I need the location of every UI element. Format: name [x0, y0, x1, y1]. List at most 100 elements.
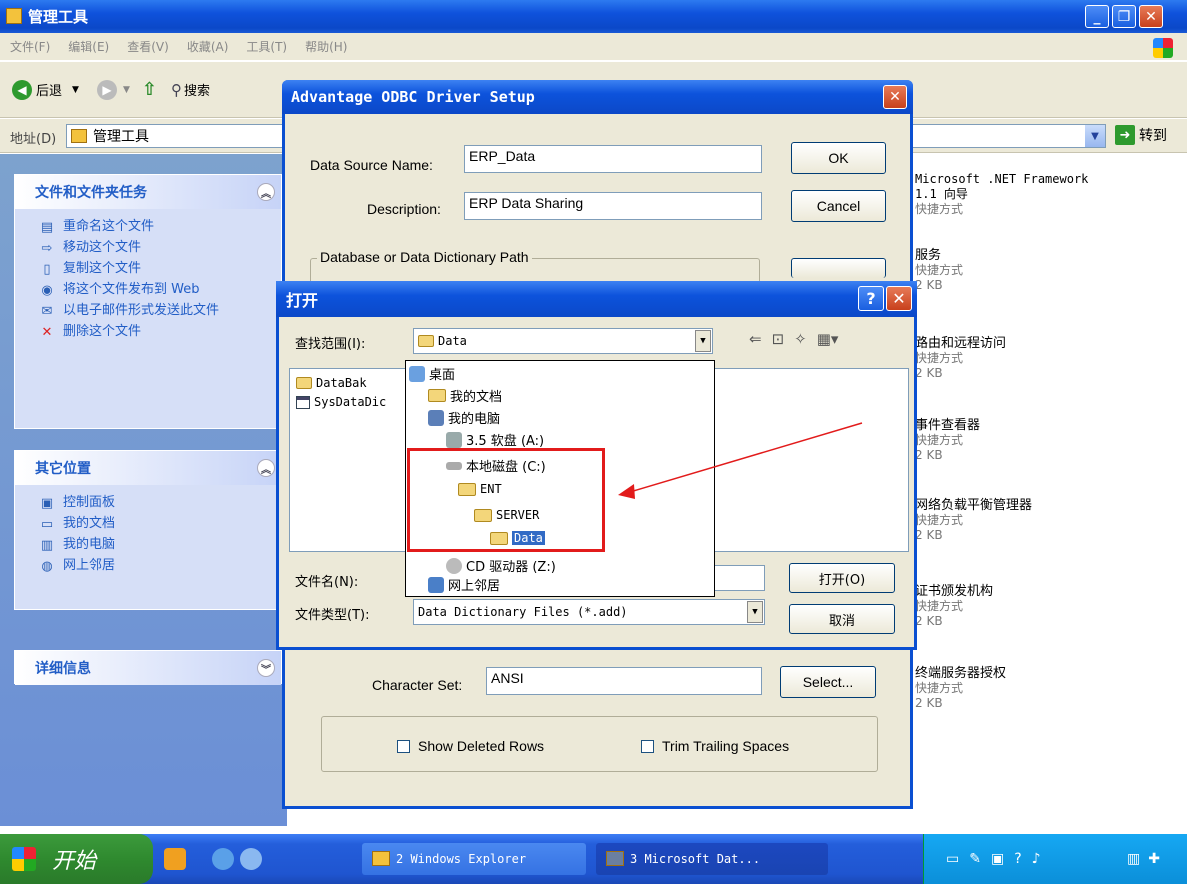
show-deleted-checkbox[interactable]: Show Deleted Rows: [397, 738, 544, 754]
tray-icon-network[interactable]: ▭: [946, 851, 959, 867]
list-item[interactable]: Microsoft .NET Framework 1.1 向导 快捷方式: [903, 172, 1095, 217]
dropdown-item-floppy[interactable]: 3.5 软盘 (A:): [446, 430, 544, 449]
dropdown-item-desktop[interactable]: 桌面: [409, 364, 455, 383]
open-button[interactable]: 打开(O): [789, 563, 895, 593]
list-item[interactable]: DataBak: [296, 376, 367, 390]
data-dictionary-icon: [296, 395, 310, 409]
tray-icon-app[interactable]: ▣: [991, 851, 1004, 867]
checkbox-box[interactable]: [397, 739, 410, 753]
dropdown-item-my-computer[interactable]: 我的电脑: [428, 408, 500, 427]
task-move[interactable]: ⇨ 移动这个文件: [15, 238, 281, 259]
tray-icon-display[interactable]: ▥: [1127, 851, 1140, 867]
file-tasks-header[interactable]: 文件和文件夹任务 ︽: [15, 175, 281, 209]
details-header[interactable]: 详细信息 ︾: [15, 651, 281, 685]
task-publish-web[interactable]: ◉ 将这个文件发布到 Web: [15, 280, 281, 301]
charset-input[interactable]: ANSI: [486, 667, 762, 695]
tray-icon-plus[interactable]: ✚: [1148, 851, 1160, 867]
open-close-button[interactable]: ✕: [886, 286, 912, 311]
cancel-button[interactable]: Cancel: [791, 190, 886, 222]
select-button[interactable]: Select...: [780, 666, 876, 698]
list-item[interactable]: 证书颁发机构 快捷方式 2 KB: [903, 584, 994, 629]
task-rename[interactable]: ▤ 重命名这个文件: [15, 217, 281, 238]
help-button[interactable]: ?: [858, 286, 884, 311]
description-input[interactable]: ERP Data Sharing: [464, 192, 762, 220]
lookin-select[interactable]: Data ▼: [413, 328, 713, 354]
back-arrow-icon[interactable]: ⇐: [749, 330, 762, 348]
other-places-header[interactable]: 其它位置 ︽: [15, 451, 281, 485]
close-button[interactable]: ✕: [1139, 5, 1163, 28]
list-item[interactable]: 事件查看器 快捷方式 2 KB: [903, 418, 980, 463]
menu-favorites[interactable]: 收藏(A): [187, 38, 229, 55]
help-icon[interactable]: ?: [1014, 851, 1021, 867]
filetype-dropdown-icon[interactable]: ▼: [747, 601, 763, 623]
place-network[interactable]: ◍ 网上邻居: [15, 556, 281, 577]
expand-icon[interactable]: ︾: [257, 659, 275, 677]
documents-icon: ▭: [40, 517, 54, 532]
up-folder-icon[interactable]: ⇧: [142, 79, 157, 100]
ie-icon[interactable]: [212, 848, 234, 870]
list-item[interactable]: 路由和远程访问 快捷方式 2 KB: [903, 336, 1006, 381]
place-control-panel[interactable]: ▣ 控制面板: [15, 493, 281, 514]
item-size: 2 KB: [915, 528, 943, 542]
collapse-icon[interactable]: ︽: [257, 459, 275, 477]
quicklaunch-app-icon[interactable]: [164, 848, 186, 870]
task-email[interactable]: ✉ 以电子邮件形式发送此文件: [15, 301, 281, 322]
ok-button[interactable]: OK: [791, 142, 886, 174]
list-item[interactable]: SysDataDic: [296, 395, 386, 409]
menu-view[interactable]: 查看(V): [127, 38, 169, 55]
tray-icon-volume[interactable]: ♪: [1032, 851, 1041, 867]
search-icon[interactable]: ⚲: [171, 81, 182, 99]
other-places-title: 其它位置: [35, 461, 91, 477]
back-dropdown-icon[interactable]: ▼: [72, 85, 79, 95]
back-button[interactable]: ◀ 后退 ▼: [12, 79, 79, 100]
up-folder-icon[interactable]: ⊡: [772, 330, 785, 348]
task-microsoft-data[interactable]: 3 Microsoft Dat...: [596, 843, 828, 875]
minimize-button[interactable]: _: [1085, 5, 1109, 28]
new-folder-icon[interactable]: ✧: [794, 330, 807, 348]
forward-dropdown-icon[interactable]: ▼: [123, 85, 130, 95]
dsn-input[interactable]: ERP_Data: [464, 145, 762, 173]
network-icon: [428, 576, 444, 593]
maximize-button[interactable]: ❐: [1112, 5, 1136, 28]
list-item[interactable]: 终端服务器授权 快捷方式 2 KB: [903, 666, 1006, 711]
start-button[interactable]: 开始: [0, 834, 153, 884]
dropdown-item-my-documents[interactable]: 我的文档: [428, 386, 502, 405]
go-button[interactable]: ➜ 转到: [1115, 125, 1167, 145]
menu-file[interactable]: 文件(F): [10, 38, 50, 55]
address-dropdown-icon[interactable]: ▼: [1085, 125, 1105, 147]
place-my-computer[interactable]: ▥ 我的电脑: [15, 535, 281, 556]
item-type: 快捷方式: [915, 433, 964, 447]
task-delete[interactable]: ✕ 删除这个文件: [15, 322, 281, 343]
item-name: 证书颁发机构: [915, 584, 994, 599]
search-label[interactable]: 搜索: [184, 80, 210, 99]
list-item[interactable]: 网络负载平衡管理器 快捷方式 2 KB: [903, 498, 1032, 543]
collapse-icon[interactable]: ︽: [257, 183, 275, 201]
menu-edit[interactable]: 编辑(E): [68, 38, 109, 55]
task-windows-explorer[interactable]: 2 Windows Explorer: [362, 843, 586, 875]
dropdown-item-cd-drive[interactable]: CD 驱动器 (Z:): [446, 556, 556, 575]
list-item[interactable]: 服务 快捷方式 2 KB: [903, 248, 963, 293]
ie2-icon[interactable]: [240, 848, 262, 870]
checkbox-box[interactable]: [641, 739, 654, 753]
filetype-select[interactable]: Data Dictionary Files (*.add) ▼: [413, 599, 765, 625]
cancel-button[interactable]: 取消: [789, 604, 895, 634]
odbc-close-button[interactable]: ✕: [883, 85, 907, 109]
forward-button[interactable]: ▶: [96, 79, 117, 100]
task-copy[interactable]: ▯ 复制这个文件: [15, 259, 281, 280]
lookin-dropdown-icon[interactable]: ▼: [695, 330, 711, 352]
window-icon: [606, 851, 624, 866]
browse-button[interactable]: [791, 258, 886, 278]
menu-help[interactable]: 帮助(H): [305, 38, 347, 55]
odbc-title: Advantage ODBC Driver Setup: [291, 88, 535, 106]
tray-icon-pen[interactable]: ✎: [969, 851, 981, 867]
lookin-label: 查找范围(I):: [295, 337, 366, 352]
system-tray: ▭ ✎ ▣ ? ♪: [923, 834, 1103, 884]
windows-logo-icon: [1153, 38, 1173, 58]
view-menu-icon[interactable]: ▦▾: [817, 330, 839, 348]
menu-tools[interactable]: 工具(T): [246, 38, 287, 55]
mail-icon: ✉: [41, 304, 53, 319]
dropdown-item-network[interactable]: 网上邻居: [428, 575, 500, 594]
trim-spaces-checkbox[interactable]: Trim Trailing Spaces: [641, 738, 789, 754]
place-my-documents[interactable]: ▭ 我的文档: [15, 514, 281, 535]
menu-bar: 文件(F) 编辑(E) 查看(V) 收藏(A) 工具(T) 帮助(H): [0, 33, 1187, 61]
